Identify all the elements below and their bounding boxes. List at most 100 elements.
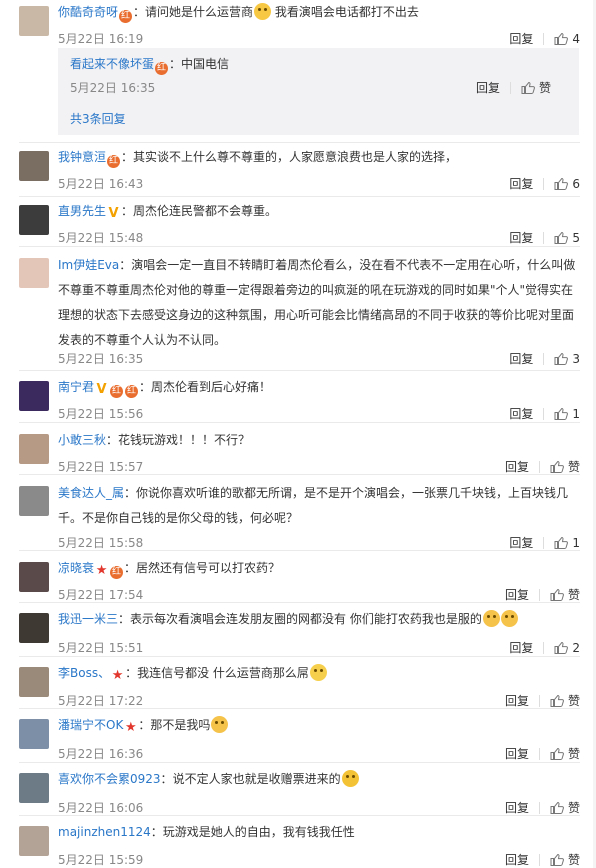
like-button[interactable]: 赞 [550,745,580,762]
reply-button[interactable]: 回复 [505,692,529,709]
reply-button[interactable]: 回复 [509,639,533,656]
action-divider [543,32,545,45]
username-link[interactable]: 喜欢你不会累0923 [58,772,161,786]
smile-emoji-icon [254,3,272,20]
avatar[interactable] [19,486,49,516]
avatar[interactable] [19,6,49,36]
username-link[interactable]: 美食达人_属 [58,486,124,500]
comment-timestamp: 5月22日 16:43 [58,177,144,191]
avatar[interactable] [19,151,49,181]
reply-timestamp: 5月22日 16:35 [70,81,156,95]
thumb-up-icon [550,853,564,866]
reply-button[interactable]: 回复 [505,745,529,762]
avatar[interactable] [19,826,49,856]
username-link[interactable]: 小敢三秋 [58,433,106,447]
like-button[interactable]: 6 [554,177,580,191]
reply-button[interactable]: 回复 [509,350,533,367]
username-link[interactable]: 潘瑞宁不OK [58,718,123,732]
reply-button[interactable]: 回复 [476,79,500,96]
username-link[interactable]: majinzhen1124 [58,825,151,839]
reply-button[interactable]: 回复 [509,229,533,246]
avatar[interactable] [19,434,49,464]
reply-button[interactable]: 回复 [505,586,529,603]
thumb-up-icon [554,352,569,365]
comment-text: 花钱玩游戏！！！不行？ [118,433,251,447]
action-divider [538,694,540,707]
reply-button[interactable]: 回复 [505,851,529,868]
member-badge-icon: 红 [125,385,139,398]
thumb-up-icon [550,801,564,814]
username-link[interactable]: 李Boss、 [58,666,110,680]
comment-timestamp: 5月22日 15:51 [58,641,144,655]
like-button[interactable]: 赞 [550,851,580,868]
like-button[interactable]: 赞 [550,692,580,709]
avatar[interactable] [19,381,49,411]
reply-button[interactable]: 回复 [505,799,529,816]
avatar[interactable] [19,613,49,643]
comment-timestamp: 5月22日 17:22 [58,694,144,708]
colon-separator: ： [150,825,163,839]
reply-body: 看起来不像坏蛋红：中国电信 [70,53,565,76]
reply-button[interactable]: 回复 [509,175,533,192]
username-link[interactable]: 凉晓衰 [58,561,94,575]
avatar[interactable] [19,258,49,288]
reply-button[interactable]: 回复 [509,30,533,47]
avatar[interactable] [19,773,49,803]
username-link[interactable]: 你酷奇奇呀 [58,5,118,19]
colon-separator: ： [121,204,134,218]
username-link[interactable]: 我钟意洹 [58,150,106,164]
member-badge-icon: 红 [155,62,169,75]
member-badge-icon: 红 [110,385,124,398]
username-link[interactable]: 我迅一米三 [58,612,118,626]
reply-actions: 回复 赞 [476,79,551,96]
reply-thread-box: 看起来不像坏蛋红：中国电信 5月22日 16:35 回复 赞共3条回复 [58,48,579,135]
comment-divider [19,246,580,247]
thumb-up-icon [550,747,564,760]
comment-body: 潘瑞宁不OK ★ ：那不是我吗 [58,714,582,737]
like-button[interactable]: 赞 [550,799,580,816]
like-button[interactable]: 赞 [550,586,580,603]
avatar[interactable] [19,667,49,697]
star-badge-icon: ★ [95,563,108,578]
comment-text-continued: 我看演唱会电话都打不出去 [271,5,419,19]
like-button[interactable]: 5 [554,231,580,245]
comment-text: 说不定人家也就是收赠票进来的 [172,772,341,786]
like-button[interactable]: 1 [554,536,580,550]
reply-button[interactable]: 回复 [505,458,529,475]
thumb-up-icon [554,407,569,420]
avatar[interactable] [19,205,49,235]
action-divider [543,641,545,654]
comment-actions: 回复 赞 [505,458,580,475]
reply-button[interactable]: 回复 [509,405,533,422]
like-button[interactable]: 赞 [521,79,551,96]
thumb-up-icon [550,460,564,473]
username-link[interactable]: 南宁君 [58,380,94,394]
avatar[interactable] [19,719,49,749]
reply-button[interactable]: 回复 [509,534,533,551]
like-button[interactable]: 4 [554,32,580,46]
like-button[interactable]: 赞 [550,458,580,475]
avatar[interactable] [19,562,49,592]
comment-body: 李Boss、 ★ ：我连信号都没 什么运营商那么屌 [58,662,582,685]
verified-v-icon: V [96,382,107,397]
reply-username-link[interactable]: 看起来不像坏蛋 [70,57,154,71]
comment-actions: 回复 2 [509,639,580,656]
comment-text: 玩游戏是她人的自由，我有钱我任性 [162,825,355,839]
like-count: 2 [572,640,580,655]
comment-actions: 回复 1 [509,405,580,422]
like-button[interactable]: 2 [554,641,580,655]
star-badge-icon: ★ [111,668,124,683]
action-divider [538,588,540,601]
like-button[interactable]: 1 [554,407,580,421]
like-button[interactable]: 3 [554,352,580,366]
more-replies-link[interactable]: 共3条回复 [70,110,126,127]
comment-actions: 回复 赞 [505,692,580,709]
username-link[interactable]: 直男先生 [58,204,106,218]
comment-body: 我迅一米三：表示每次看演唱会连发朋友圈的网都没有 你们能打农药我也是服的 [58,608,582,631]
action-divider [538,801,540,814]
comment-timestamp: 5月22日 15:56 [58,407,144,421]
username-link[interactable]: Im伊娃Eva [58,258,119,272]
comment-body: 小敢三秋：花钱玩游戏！！！不行？ [58,429,582,452]
thumb-up-icon [521,81,535,94]
colon-separator: ： [139,380,152,394]
